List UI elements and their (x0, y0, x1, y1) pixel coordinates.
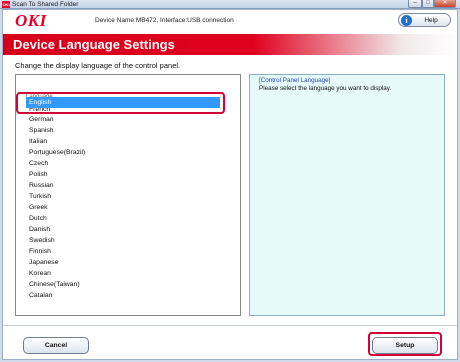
language-option[interactable]: German (26, 114, 220, 125)
help-label: Help (424, 16, 438, 24)
main-window: OKI Device Name:MB472, Interface:USB con… (2, 9, 458, 360)
english-highlight-frame (16, 92, 225, 114)
oki-logo: OKI (15, 11, 47, 30)
language-option[interactable]: Catalan (26, 290, 220, 301)
header-band: Device Language Settings (3, 34, 457, 55)
language-option[interactable]: Danish (26, 224, 220, 235)
maximize-button[interactable]: □ (422, 0, 434, 8)
language-option[interactable]: Russian (26, 180, 220, 191)
language-option[interactable]: Portuguese(Brazil) (26, 147, 220, 158)
description-text: Please select the language you want to d… (259, 85, 392, 92)
info-icon: i (401, 14, 412, 26)
language-option[interactable]: Finnish (26, 246, 220, 257)
language-option[interactable]: Korean (26, 268, 220, 279)
window-title: Scan To Shared Folder (12, 1, 79, 8)
language-option[interactable]: Swedish (26, 235, 220, 246)
window-controls: – □ ✕ (408, 0, 456, 8)
cancel-button[interactable]: Cancel (23, 337, 89, 354)
language-option[interactable]: Spanish (26, 125, 220, 136)
language-option[interactable]: Dutch (26, 213, 220, 224)
language-option[interactable]: Czech (26, 158, 220, 169)
language-options: German Spanish Italian Portuguese(Brazil) Cz… (26, 114, 220, 301)
footer-divider (3, 325, 457, 326)
help-button[interactable]: i Help (398, 13, 451, 27)
language-option[interactable]: Polish (26, 169, 220, 180)
language-option[interactable]: Turkish (26, 191, 220, 202)
setup-highlight-frame (368, 332, 442, 356)
description-panel: [Control Panel Language] Please select t… (249, 74, 445, 316)
language-option[interactable]: Chinese(Taiwan) (26, 279, 220, 290)
instruction-text: Change the display language of the contr… (15, 61, 181, 70)
page-title: Device Language Settings (13, 37, 175, 52)
minimize-button[interactable]: – (408, 0, 422, 8)
language-listbox[interactable]: English French German Spanish Italian Portu… (26, 97, 220, 301)
close-button[interactable]: ✕ (434, 0, 456, 8)
language-option[interactable]: Italian (26, 136, 220, 147)
language-option[interactable]: Greek (26, 202, 220, 213)
brand-bar: OKI Device Name:MB472, Interface:USB con… (3, 10, 457, 32)
language-option[interactable]: Japanese (26, 257, 220, 268)
app-logo-icon: OKI (2, 1, 10, 8)
title-bar: OKI Scan To Shared Folder – □ ✕ (0, 0, 460, 9)
description-title: [Control Panel Language] (259, 77, 331, 84)
device-info: Device Name:MB472, Interface:USB connect… (95, 17, 234, 24)
